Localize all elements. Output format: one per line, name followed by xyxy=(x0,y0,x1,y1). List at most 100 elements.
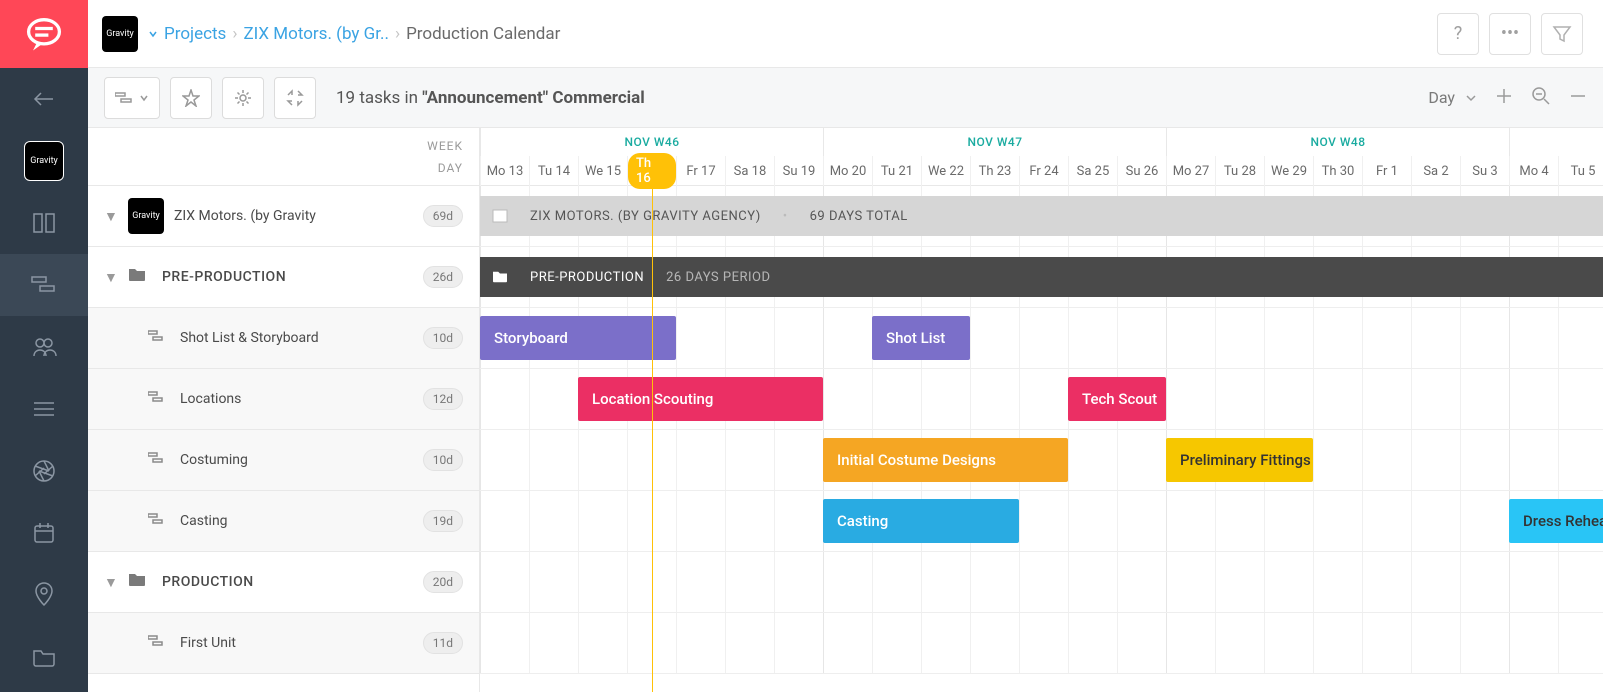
task-row[interactable]: First Unit11d xyxy=(88,613,479,674)
day-header-cell[interactable]: Su 26 xyxy=(1117,156,1166,186)
project-avatar: Gravity xyxy=(128,198,164,234)
task-icon xyxy=(148,390,164,408)
calendar-row xyxy=(480,552,1603,613)
day-header-cell[interactable]: Mo 27 xyxy=(1166,156,1215,186)
settings-button[interactable] xyxy=(222,77,264,119)
duration-badge: 12d xyxy=(423,388,463,410)
day-header-cell[interactable]: Tu 5 xyxy=(1558,156,1603,186)
more-button[interactable]: ••• xyxy=(1489,13,1531,55)
day-header-cell[interactable]: Fr 24 xyxy=(1019,156,1068,186)
group-bar[interactable]: PRE-PRODUCTION26 DAYS PERIOD xyxy=(480,257,1603,297)
hierarchy-dropdown[interactable] xyxy=(104,77,160,119)
week-header-cell xyxy=(1509,128,1603,156)
breadcrumb-client[interactable]: ZIX Motors. (by Gr.. xyxy=(243,24,389,44)
help-button[interactable]: ? xyxy=(1437,13,1479,55)
task-bar[interactable]: Tech Scout xyxy=(1068,377,1166,421)
sidebar: Gravity xyxy=(0,0,88,692)
nav-calendar-icon[interactable] xyxy=(0,502,88,564)
day-header-cell[interactable]: Tu 28 xyxy=(1215,156,1264,186)
task-bar[interactable]: Dress Rehearsal xyxy=(1509,499,1603,543)
task-row[interactable]: Locations 12d xyxy=(88,369,479,430)
calendar-row: Location Scouting Tech Scout xyxy=(480,369,1603,430)
day-header-cell[interactable]: Mo 4 xyxy=(1509,156,1558,186)
duration-badge: 10d xyxy=(423,449,463,471)
nav-folder-icon[interactable] xyxy=(0,626,88,688)
day-header-cell[interactable]: Sa 2 xyxy=(1411,156,1460,186)
nav-list-icon[interactable] xyxy=(0,378,88,440)
project-avatar[interactable]: Gravity xyxy=(102,16,138,52)
day-header-cell[interactable]: Su 3 xyxy=(1460,156,1509,186)
day-header-cell[interactable]: Su 19 xyxy=(774,156,823,186)
task-row[interactable]: Casting19d xyxy=(88,491,479,552)
day-header-cell[interactable]: Th 23 xyxy=(970,156,1019,186)
nav-timeline-icon[interactable] xyxy=(0,254,88,316)
toolbar: 19 tasks in "Announcement" Commercial Da… xyxy=(88,68,1603,128)
duration-badge: 20d xyxy=(423,571,463,593)
day-header-cell[interactable]: Sa 18 xyxy=(725,156,774,186)
task-bar[interactable]: Storyboard xyxy=(480,316,676,360)
zoom-button[interactable] xyxy=(1531,86,1551,110)
topbar: Gravity Projects › ZIX Motors. (by Gr.. … xyxy=(88,0,1603,68)
week-header-cell: NOV W47 xyxy=(823,128,1166,156)
task-row[interactable]: Costuming 10d xyxy=(88,430,479,491)
duration-badge: 19d xyxy=(423,510,463,532)
task-bar[interactable]: Preliminary Fittings xyxy=(1166,438,1313,482)
task-count: 19 tasks in "Announcement" Commercial xyxy=(336,88,645,108)
nav-boards-icon[interactable] xyxy=(0,192,88,254)
collapse-rows-button[interactable] xyxy=(1569,87,1587,109)
calendar-column: NOV W46NOV W47NOV W48 Mo 13Tu 14We 15Th … xyxy=(480,128,1603,692)
project-row[interactable]: ▼GravityZIX Motors. (by Gravity 69d xyxy=(88,186,479,247)
breadcrumb-projects[interactable]: Projects xyxy=(164,24,226,44)
caret-icon[interactable]: ▼ xyxy=(104,574,118,591)
calendar-row: PRE-PRODUCTION26 DAYS PERIOD xyxy=(480,247,1603,308)
week-header-cell: NOV W48 xyxy=(1166,128,1509,156)
filter-button[interactable] xyxy=(1541,13,1583,55)
row-label: Costuming xyxy=(180,452,413,468)
nav-back-icon[interactable] xyxy=(0,68,88,130)
week-header: WEEK xyxy=(427,139,463,153)
task-icon xyxy=(148,451,164,469)
folder-icon xyxy=(128,572,146,592)
task-row[interactable]: Shot List & Storyboard10d xyxy=(88,308,479,369)
task-bar[interactable]: Location Scouting xyxy=(578,377,823,421)
day-header-cell[interactable]: Mo 13 xyxy=(480,156,529,186)
breadcrumb-sep-icon: › xyxy=(395,24,400,44)
app-logo[interactable] xyxy=(0,0,88,68)
day-header-cell[interactable]: Th 30 xyxy=(1313,156,1362,186)
folder-icon xyxy=(128,267,146,287)
day-header-cell[interactable]: Fr 1 xyxy=(1362,156,1411,186)
week-header-cell: NOV W46 xyxy=(480,128,823,156)
day-header-cell[interactable]: Tu 21 xyxy=(872,156,921,186)
nav-location-icon[interactable] xyxy=(0,564,88,626)
day-header-cell[interactable]: We 29 xyxy=(1264,156,1313,186)
caret-icon[interactable]: ▼ xyxy=(104,269,118,286)
summary-bar[interactable]: ZIX MOTORS. (BY GRAVITY AGENCY)•69 DAYS … xyxy=(480,196,1603,236)
nav-team-icon[interactable] xyxy=(0,316,88,378)
day-header-cell[interactable]: Mo 20 xyxy=(823,156,872,186)
day-header-cell[interactable]: Sa 25 xyxy=(1068,156,1117,186)
caret-icon[interactable]: ▼ xyxy=(104,208,118,225)
add-button[interactable] xyxy=(1495,87,1513,109)
favorite-button[interactable] xyxy=(170,77,212,119)
task-list-column: WEEK DAY ▼GravityZIX Motors. (by Gravity… xyxy=(88,128,480,692)
task-icon xyxy=(148,634,164,652)
chevron-down-icon[interactable] xyxy=(148,27,158,41)
day-header-cell[interactable]: We 22 xyxy=(921,156,970,186)
task-icon xyxy=(148,512,164,530)
task-bar[interactable]: Casting xyxy=(823,499,1019,543)
group-row[interactable]: ▼PRE-PRODUCTION26d xyxy=(88,247,479,308)
day-header-cell[interactable]: Tu 14 xyxy=(529,156,578,186)
day-header-cell[interactable]: Fr 17 xyxy=(676,156,725,186)
task-bar[interactable]: Initial Costume Designs xyxy=(823,438,1068,482)
row-label: Locations xyxy=(180,391,413,407)
collapse-button[interactable] xyxy=(274,77,316,119)
day-header-cell[interactable]: We 15 xyxy=(578,156,627,186)
calendar-row xyxy=(480,613,1603,674)
nav-aperture-icon[interactable] xyxy=(0,440,88,502)
nav-project[interactable]: Gravity xyxy=(0,130,88,192)
view-selector[interactable]: Day xyxy=(1428,88,1477,107)
calendar-row: Casting Dress Rehearsal xyxy=(480,491,1603,552)
day-header-cell[interactable]: Th 16 xyxy=(627,156,676,186)
task-bar[interactable]: Shot List xyxy=(872,316,970,360)
group-row[interactable]: ▼PRODUCTION20d xyxy=(88,552,479,613)
